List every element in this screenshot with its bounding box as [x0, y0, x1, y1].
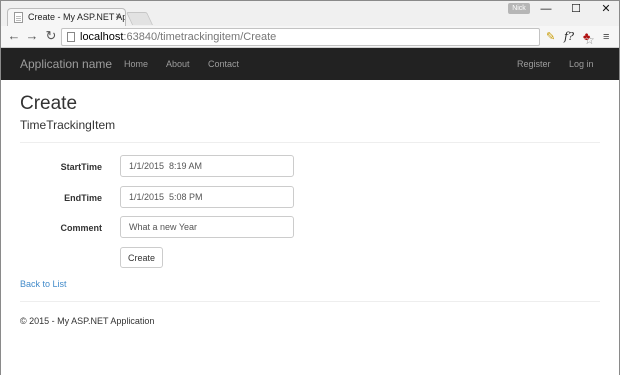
- reload-icon[interactable]: ↻: [44, 29, 58, 43]
- user-badge[interactable]: Nick: [508, 3, 530, 14]
- new-tab-button[interactable]: [125, 12, 154, 25]
- tab-title: Create - My ASP.NET App: [28, 12, 126, 22]
- pen-extension-icon[interactable]: ✎: [546, 30, 555, 44]
- create-button[interactable]: Create: [120, 247, 163, 268]
- car-extension-icon[interactable]: ♣: [583, 30, 590, 44]
- browser-window: Create - My ASP.NET App × Nick — ☐ ✕ ← →…: [0, 0, 620, 375]
- page-info-icon[interactable]: [67, 32, 75, 42]
- nav-home-link[interactable]: Home: [124, 59, 148, 69]
- url-path: :63840/timetrackingitem/Create: [123, 31, 277, 43]
- nav-login-link[interactable]: Log in: [569, 59, 594, 69]
- nav-about-link[interactable]: About: [166, 59, 190, 69]
- footer-divider: [20, 301, 600, 302]
- page-icon: [14, 12, 23, 23]
- footer-text: © 2015 - My ASP.NET Application: [20, 316, 155, 326]
- brand-link[interactable]: Application name: [20, 57, 112, 71]
- browser-tab[interactable]: Create - My ASP.NET App ×: [7, 8, 126, 26]
- page-title: Create: [20, 93, 78, 114]
- divider: [20, 142, 600, 143]
- endtime-label: EndTime: [64, 193, 102, 203]
- page-viewport: Application name Home About Contact Regi…: [1, 48, 619, 375]
- page-subtitle: TimeTrackingItem: [20, 118, 116, 132]
- forward-icon[interactable]: →: [25, 29, 39, 43]
- back-to-list-link[interactable]: Back to List: [20, 279, 67, 289]
- browser-toolbar: ← → ↻ localhost:63840/timetrackingitem/C…: [1, 26, 619, 48]
- comment-label: Comment: [60, 223, 102, 233]
- site-navbar: Application name Home About Contact Regi…: [1, 48, 619, 80]
- url-host: localhost: [80, 31, 124, 43]
- starttime-input[interactable]: [120, 155, 294, 177]
- title-bar: Create - My ASP.NET App × Nick — ☐ ✕: [1, 1, 619, 26]
- back-icon[interactable]: ←: [7, 29, 21, 43]
- window-close-button[interactable]: ✕: [591, 1, 620, 19]
- endtime-input[interactable]: [120, 186, 294, 208]
- function-extension-icon[interactable]: f?: [564, 30, 574, 44]
- minimize-button[interactable]: —: [531, 1, 561, 19]
- menu-icon[interactable]: ≡: [603, 30, 609, 44]
- nav-contact-link[interactable]: Contact: [208, 59, 239, 69]
- maximize-button[interactable]: ☐: [561, 1, 591, 19]
- starttime-label: StartTime: [60, 162, 102, 172]
- nav-register-link[interactable]: Register: [517, 59, 551, 69]
- close-icon[interactable]: ×: [115, 11, 121, 22]
- address-bar[interactable]: localhost:63840/timetrackingitem/Create …: [61, 28, 595, 47]
- comment-input[interactable]: [120, 216, 294, 238]
